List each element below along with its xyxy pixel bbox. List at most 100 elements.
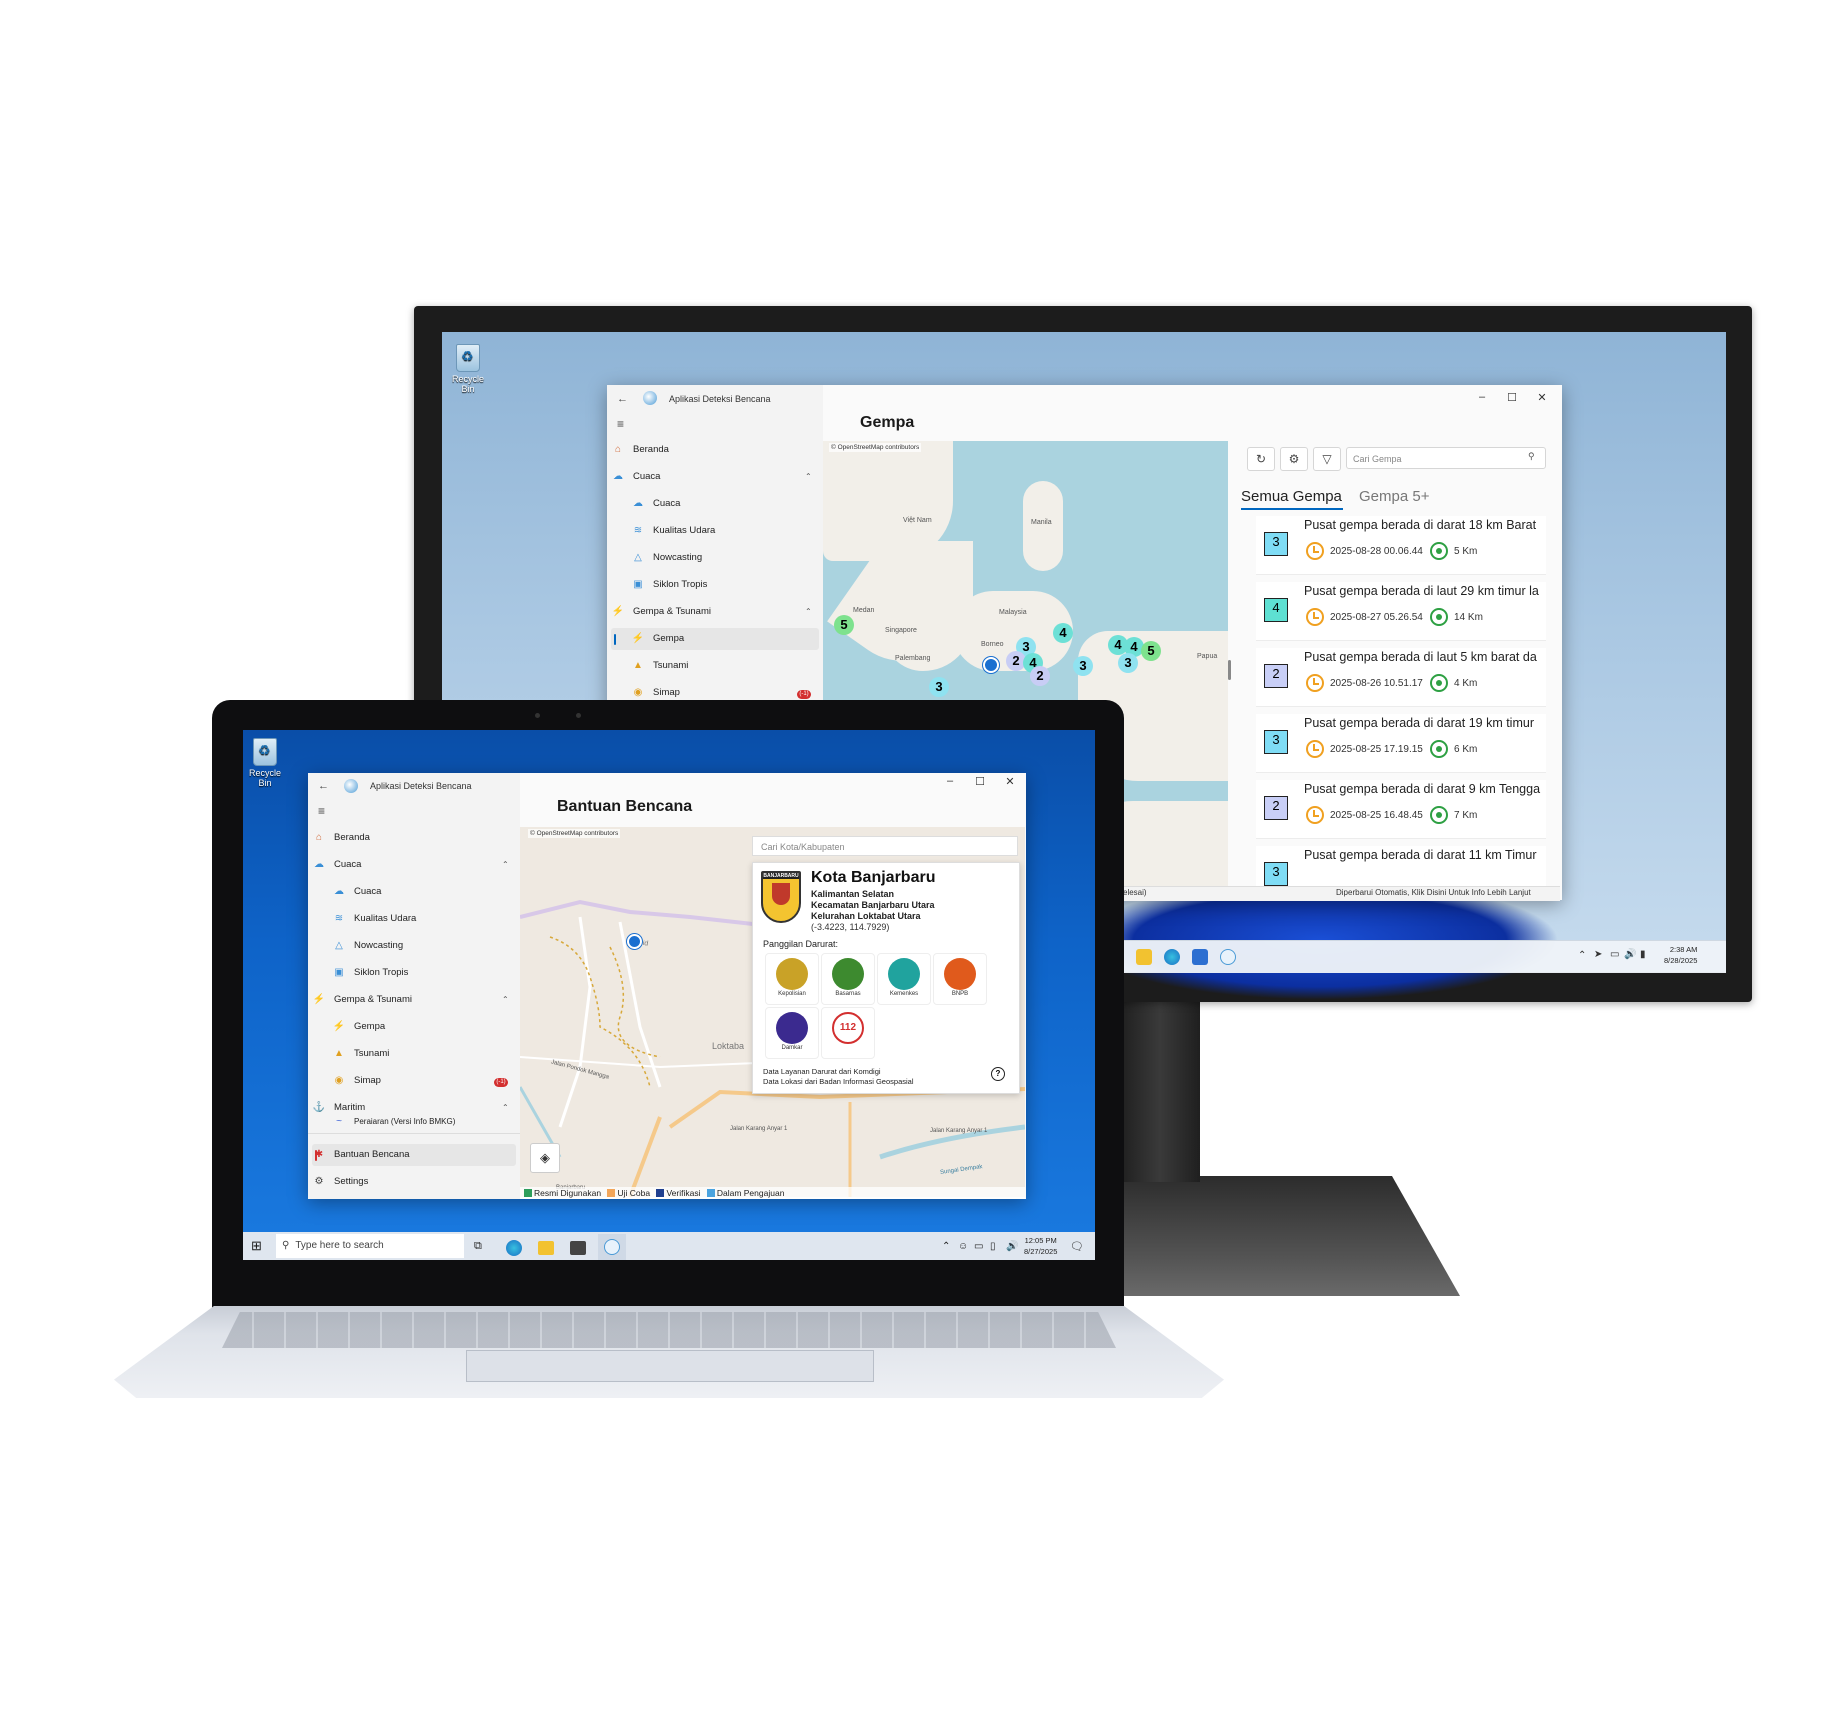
nav-item-gempa[interactable]: ⚡ Gempa [312, 1016, 516, 1038]
nav-item-simap[interactable]: ◉ Simap [312, 1070, 516, 1092]
taskbar-search-box[interactable]: ⚲ Type here to search [276, 1234, 464, 1258]
cluster-marker[interactable]: 3 [1073, 656, 1093, 676]
nav-item-gempa[interactable]: ⚡ Gempa [611, 628, 819, 650]
cluster-marker[interactable]: 3 [1118, 653, 1138, 673]
task-view-icon[interactable]: ⧉ [474, 1240, 482, 1253]
tab-gempa-5plus[interactable]: Gempa 5+ [1359, 488, 1429, 505]
recycle-bin-label: Recycle Bin [248, 768, 281, 788]
nav-item-nowcasting[interactable]: △ Nowcasting [312, 935, 516, 957]
nav-item-cuaca[interactable]: ☁ Cuaca [611, 493, 819, 515]
hamburger-menu-icon[interactable]: ≡ [617, 417, 624, 431]
recycle-bin-desktop-icon[interactable]: Recycle Bin [448, 344, 488, 394]
help-icon[interactable]: ? [991, 1067, 1005, 1081]
nav-item-beranda[interactable]: ⌂ Beranda [611, 439, 819, 461]
cluster-marker[interactable]: 5 [834, 615, 854, 635]
taskbar-clock[interactable]: 12:05 PM 8/27/2025 [1024, 1235, 1057, 1257]
minimize-icon[interactable]: – [940, 775, 960, 787]
disaster-app-taskbar-button[interactable] [598, 1234, 626, 1260]
agency-basarnas[interactable]: Basarnas [821, 953, 875, 1005]
nav-item-kualitas-udara[interactable]: ≋ Kualitas Udara [312, 908, 516, 930]
notification-icon[interactable]: 🗨 [1070, 1240, 1084, 1253]
cloud-icon: ☁ [314, 859, 324, 870]
search-input[interactable]: Cari Gempa [1346, 447, 1546, 469]
cluster-marker[interactable]: 3 [929, 677, 949, 697]
edge-icon[interactable] [1164, 949, 1180, 965]
back-arrow-icon[interactable]: ← [617, 393, 628, 405]
nav-item-settings[interactable]: ⚙ Settings [312, 1171, 516, 1193]
agency-kepolisian[interactable]: Kepolisian [765, 953, 819, 1005]
recycle-bin-desktop-icon[interactable]: Recycle Bin [245, 738, 285, 788]
cluster-marker[interactable]: 4 [1053, 623, 1073, 643]
layers-button[interactable]: ◈ [530, 1143, 560, 1173]
tray-chevron-icon[interactable]: ⌃ [942, 1241, 950, 1252]
status-legend: Resmi Digunakan Uji Coba Verifikasi Dala… [520, 1187, 1025, 1199]
taskbar-clock[interactable]: 2:38 AM 8/28/2025 [1664, 944, 1697, 966]
nav-item-tsunami[interactable]: ▲ Tsunami [611, 655, 819, 677]
city-search-input[interactable]: Cari Kota/Kabupaten [752, 836, 1018, 856]
nav-item-beranda[interactable]: ⌂ Beranda [312, 827, 516, 849]
cluster-marker[interactable]: 2 [1030, 666, 1050, 686]
earthquake-time: 2025-08-25 16.48.45 [1330, 810, 1423, 821]
filter-icon: ▽ [1322, 452, 1332, 466]
refresh-button[interactable]: ↻ [1247, 447, 1275, 471]
start-windows-icon[interactable]: ⊞ [251, 1238, 262, 1254]
disaster-app-taskbar-icon[interactable] [1220, 949, 1236, 965]
nav-group-cuaca[interactable]: ☁ Cuaca ⌃ [611, 466, 819, 488]
minimize-icon[interactable]: – [1472, 391, 1492, 403]
agency-damkar[interactable]: Damkar [765, 1007, 819, 1059]
mail-icon[interactable] [570, 1241, 586, 1255]
file-explorer-icon[interactable] [1136, 949, 1152, 965]
settings-button[interactable]: ⚙ [1280, 447, 1308, 471]
agency-bnpb[interactable]: BNPB [933, 953, 987, 1005]
nav-item-bantuan-bencana[interactable]: ✱ Bantuan Bencana [312, 1144, 516, 1166]
close-icon[interactable]: ✕ [1000, 775, 1020, 788]
nav-item-perairan[interactable]: ~ Peraiaran (Versi Info BMKG) [312, 1115, 516, 1129]
gear-icon: ⚙ [314, 1176, 324, 1187]
nav-item-cuaca[interactable]: ☁ Cuaca [312, 881, 516, 903]
map-splitter-handle[interactable] [1228, 660, 1231, 680]
maximize-icon[interactable]: ☐ [1502, 391, 1522, 404]
store-icon[interactable] [1192, 949, 1208, 965]
earthquake-list-item[interactable]: 2 Pusat gempa berada di darat 9 km Tengg… [1256, 780, 1546, 839]
hamburger-menu-icon[interactable]: ≡ [318, 804, 325, 818]
earthquake-list-item[interactable]: 3 Pusat gempa berada di darat 18 km Bara… [1256, 516, 1546, 575]
nav-group-gempa-tsunami[interactable]: ⚡ Gempa & Tsunami ⌃ [312, 989, 516, 1011]
agency-kemenkes[interactable]: Kemenkes [877, 953, 931, 1005]
back-arrow-icon[interactable]: ← [318, 780, 329, 792]
tray-network-icon[interactable]: ▯ [990, 1241, 996, 1252]
nav-item-siklon-tropis[interactable]: ▣ Siklon Tropis [312, 962, 516, 984]
earthquake-depth: 6 Km [1454, 744, 1478, 755]
nav-item-nowcasting[interactable]: △ Nowcasting [611, 547, 819, 569]
nav-item-kualitas-udara[interactable]: ≋ Kualitas Udara [611, 520, 819, 542]
maximize-icon[interactable]: ☐ [970, 775, 990, 788]
filter-button[interactable]: ▽ [1313, 447, 1341, 471]
earthquake-depth: 14 Km [1454, 612, 1483, 623]
earthquake-list-item[interactable]: 4 Pusat gempa berada di laut 29 km timur… [1256, 582, 1546, 641]
nav-divider [308, 1133, 520, 1134]
nav-label: Tsunami [653, 660, 689, 671]
status-update-link[interactable]: Diperbarui Otomatis, Klik Disini Untuk I… [1336, 888, 1531, 897]
nav-item-tsunami[interactable]: ▲ Tsunami [312, 1043, 516, 1065]
village: Kelurahan Loktabat Utara [811, 911, 921, 921]
tray-chevron-icon[interactable]: ⌃ [1578, 950, 1586, 961]
nav-item-siklon-tropis[interactable]: ▣ Siklon Tropis [611, 574, 819, 596]
clock-icon [1306, 674, 1324, 692]
close-icon[interactable]: ✕ [1532, 391, 1552, 404]
earthquake-list-item[interactable]: 2 Pusat gempa berada di laut 5 km barat … [1256, 648, 1546, 707]
earthquake-list-item[interactable]: 3 Pusat gempa berada di darat 19 km timu… [1256, 714, 1546, 773]
map-label: Jalan Karang Anyar 1 [930, 1128, 988, 1134]
file-explorer-icon[interactable] [538, 1241, 554, 1255]
tray-battery-icon: ▭ [974, 1241, 984, 1252]
nav-group-cuaca[interactable]: ☁ Cuaca ⌃ [312, 854, 516, 876]
cluster-marker[interactable]: 5 [1141, 641, 1161, 661]
agency-112[interactable]: 112 [821, 1007, 875, 1059]
edge-icon[interactable] [506, 1240, 522, 1256]
recycle-bin-label: Recycle Bin [451, 374, 484, 394]
earthquake-list-item[interactable]: 3 Pusat gempa berada di darat 11 km Timu… [1256, 846, 1546, 887]
clock-time: 12:05 PM [1024, 1236, 1057, 1245]
tray-volume-icon[interactable]: 🔊 [1006, 1241, 1018, 1252]
nav-group-gempa-tsunami[interactable]: ⚡ Gempa & Tsunami ⌃ [611, 601, 819, 623]
tray-volume-icon[interactable]: 🔊 [1624, 949, 1636, 960]
tray-network-icon[interactable]: ▭ [1610, 949, 1619, 960]
tab-semua-gempa[interactable]: Semua Gempa [1241, 488, 1342, 505]
